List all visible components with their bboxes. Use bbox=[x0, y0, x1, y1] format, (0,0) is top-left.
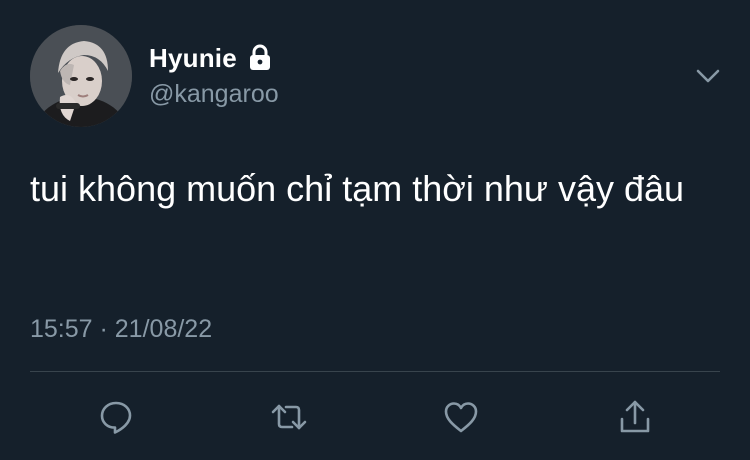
timestamp-separator: · bbox=[92, 315, 115, 343]
retweet-button[interactable] bbox=[264, 392, 314, 442]
tweet-text: tui không muốn chỉ tạm thời như vậy đâu bbox=[30, 168, 685, 209]
timestamp[interactable]: 15:57 · 21/08/22 bbox=[30, 315, 212, 344]
like-button[interactable] bbox=[436, 392, 486, 442]
lock-icon bbox=[247, 44, 273, 72]
display-name[interactable]: Hyunie bbox=[149, 43, 237, 74]
share-button[interactable] bbox=[610, 392, 660, 442]
name-row: Hyunie bbox=[149, 41, 273, 75]
tweet-date: 21/08/22 bbox=[114, 315, 213, 343]
user-handle[interactable]: @kangaroo bbox=[149, 80, 279, 109]
retweet-icon bbox=[271, 404, 307, 430]
share-icon bbox=[620, 400, 650, 433]
heart-icon bbox=[444, 402, 478, 433]
tweet-time: 15:57 bbox=[30, 315, 93, 343]
chevron-down-icon[interactable] bbox=[694, 62, 722, 90]
reply-button[interactable] bbox=[91, 392, 141, 442]
avatar[interactable] bbox=[30, 25, 132, 127]
action-bar bbox=[0, 392, 750, 442]
reply-icon bbox=[100, 401, 132, 434]
tweet-card: Hyunie @kangaroo tui không muốn chỉ tạm … bbox=[0, 0, 750, 460]
avatar-image bbox=[30, 25, 132, 127]
divider bbox=[30, 371, 720, 372]
